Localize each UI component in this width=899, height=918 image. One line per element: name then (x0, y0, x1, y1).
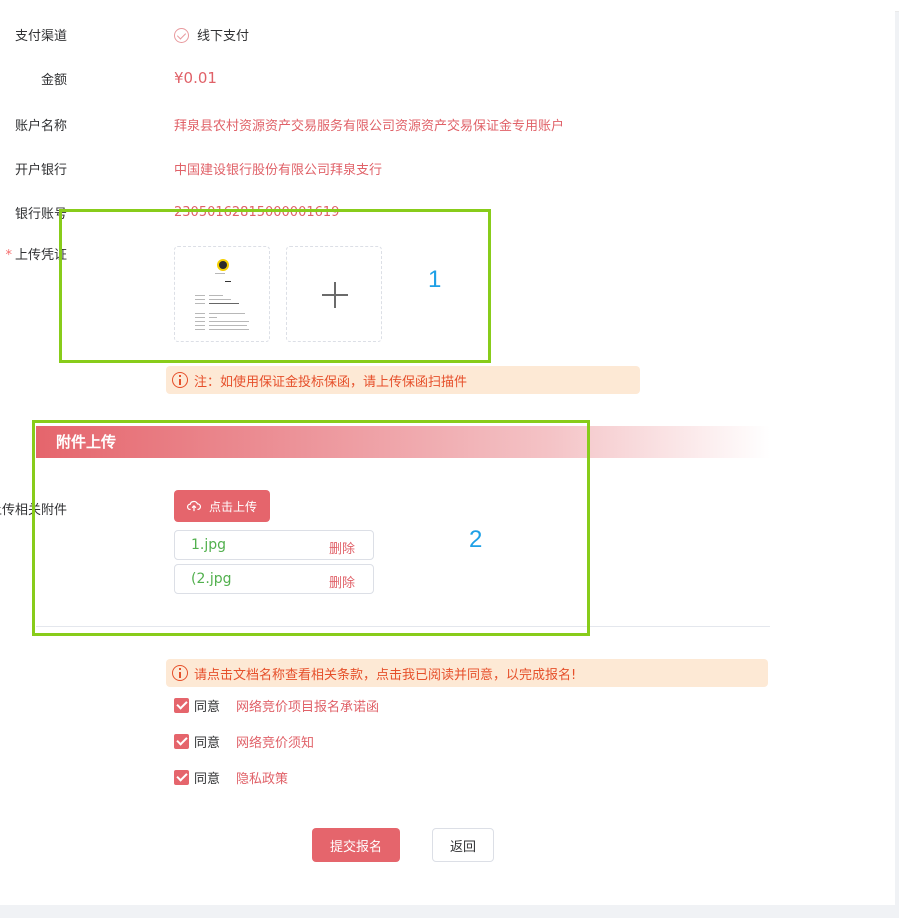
account-name-row: 账户名称 拜泉县农村资源资产交易服务有限公司资源资产交易保证金专用账户 (0, 112, 800, 136)
pay-channel-row: 支付渠道 线下支付 (0, 22, 800, 46)
agree-label[interactable]: 同意 (194, 768, 220, 787)
agreement-item[interactable]: 同意 隐私政策 (174, 767, 288, 787)
info-icon (172, 665, 188, 681)
agreement-item[interactable]: 同意 网络竞价须知 (174, 731, 314, 751)
amount-label: 金额 (40, 72, 67, 88)
voucher-notice-text: 注：如使用保证金投标保函，请上传保函扫描件 (194, 374, 468, 390)
info-icon (172, 372, 188, 388)
pay-channel-text: 线下支付 (197, 28, 250, 44)
agreement-item[interactable]: 同意 网络竞价项目报名承诺函 (174, 695, 379, 715)
agree-label[interactable]: 同意 (194, 732, 220, 751)
check-circle-icon (174, 27, 189, 43)
annotation-box-1 (59, 209, 491, 363)
back-button[interactable]: 返回 (432, 828, 494, 862)
checkbox-checked[interactable] (174, 769, 189, 785)
submit-registration-button[interactable]: 提交报名 (312, 828, 400, 862)
account-name-value: 拜泉县农村资源资产交易服务有限公司资源资产交易保证金专用账户 (174, 118, 565, 134)
agreement-doc-link[interactable]: 网络竞价项目报名承诺函 (236, 696, 379, 715)
voucher-label: * 上传凭证 (5, 244, 67, 263)
agreement-notice: 请点击文档名称查看相关条款，点击我已阅读并同意，以完成报名! (166, 659, 768, 687)
annotation-number-2: 2 (469, 526, 483, 553)
annotation-box-2 (32, 420, 590, 636)
checkbox-checked[interactable] (174, 697, 189, 713)
pay-channel-label: 支付渠道 (14, 28, 67, 44)
annotation-number-1: 1 (428, 266, 442, 293)
bank-row: 开户银行 中国建设银行股份有限公司拜泉支行 (0, 156, 800, 180)
pay-channel-value: 线下支付 (174, 25, 249, 44)
voucher-notice: 注：如使用保证金投标保函，请上传保函扫描件 (166, 366, 640, 394)
agreement-doc-link[interactable]: 隐私政策 (236, 768, 288, 787)
agree-label[interactable]: 同意 (194, 696, 220, 715)
agreement-doc-link[interactable]: 网络竞价须知 (236, 732, 314, 751)
bank-label: 开户银行 (14, 162, 67, 178)
amount-value: ¥0.01 (174, 69, 217, 87)
registration-form-page: 支付渠道 线下支付 金额 ¥0.01 账户名称 拜泉县农村资源资产交易服务有限公… (0, 0, 895, 905)
required-mark: * (5, 247, 12, 263)
bank-value: 中国建设银行股份有限公司拜泉支行 (174, 162, 383, 178)
checkbox-checked[interactable] (174, 733, 189, 749)
agreement-notice-text: 请点击文档名称查看相关条款，点击我已阅读并同意，以完成报名! (194, 667, 577, 683)
amount-row: 金额 ¥0.01 (0, 66, 800, 90)
account-name-label: 账户名称 (14, 118, 67, 134)
